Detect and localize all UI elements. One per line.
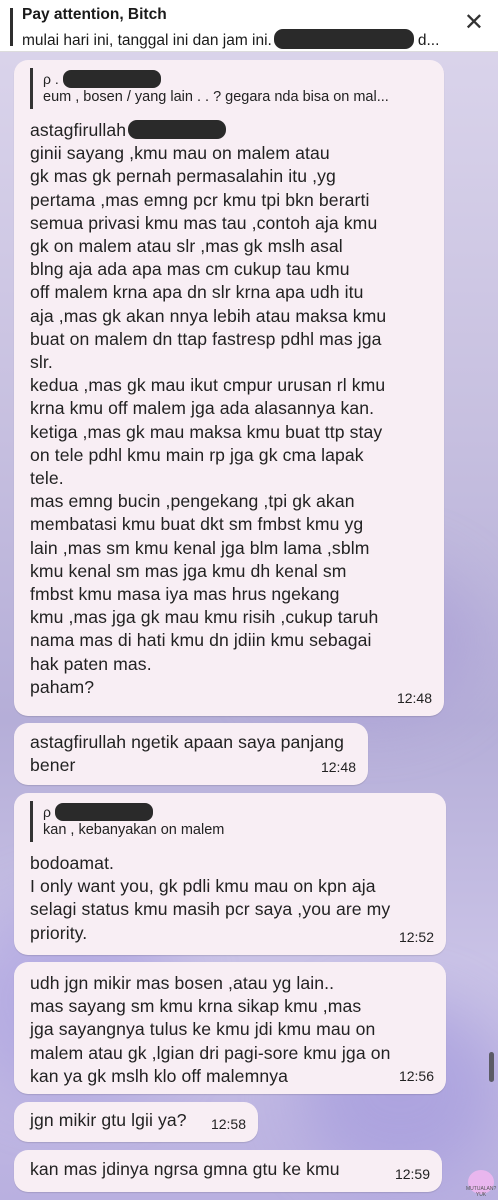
- pinned-indicator: [10, 8, 13, 46]
- message-first-line: astagfirullah: [14, 119, 444, 142]
- reply-text: kan , kebanyakan on malem: [43, 822, 225, 838]
- close-icon[interactable]: ✕: [464, 11, 484, 35]
- message-time: 12:56: [398, 1067, 434, 1084]
- redacted-block: [62, 70, 161, 88]
- message-bubble[interactable]: jgn mikir gtu lgii ya? 12:58: [14, 1102, 258, 1142]
- reply-author: ρ .: [43, 70, 428, 88]
- reply-author: ρ: [43, 803, 430, 821]
- reply-prefix: ρ: [43, 803, 51, 820]
- message-text: bodoamat. I only want you, gk pdli kmu m…: [30, 853, 391, 943]
- message-bubble[interactable]: udh jgn mikir mas bosen ,atau yg lain.. …: [14, 962, 446, 1094]
- message-time: 12:59: [394, 1165, 430, 1182]
- pinned-text-end: d...: [417, 32, 440, 49]
- message-text: udh jgn mikir mas bosen ,atau yg lain.. …: [30, 973, 391, 1086]
- message-time: 12:48: [396, 689, 432, 706]
- message-text: astagfirullah ngetik apaan saya panjang …: [30, 732, 344, 776]
- message-time: 12:48: [320, 758, 356, 775]
- pinned-text-start: mulai hari ini, tanggal ini dan jam ini.: [22, 32, 272, 49]
- reply-quote[interactable]: ρ . eum , bosen / yang lain . . ? gegara…: [30, 68, 428, 109]
- message-text: kan mas jdinya ngrsa gmna gtu ke kmu: [30, 1159, 340, 1179]
- watermark-text: MUTUALAN? YUK: [466, 1186, 497, 1198]
- first-line-text: astagfirullah: [30, 120, 127, 140]
- reply-quote[interactable]: ρ kan , kebanyakan on malem: [30, 801, 430, 842]
- reply-prefix: ρ .: [43, 70, 59, 87]
- message-bubble[interactable]: ρ kan , kebanyakan on malem bodoamat. I …: [14, 793, 446, 955]
- message-bubble[interactable]: ρ . eum , bosen / yang lain . . ? gegara…: [14, 60, 444, 716]
- redacted-block: [54, 803, 153, 821]
- pinned-title: Pay attention, Bitch: [22, 6, 167, 23]
- message-bubble[interactable]: astagfirullah ngetik apaan saya panjang …: [14, 723, 368, 785]
- pinned-message-bar[interactable]: Pay attention, Bitch mulai hari ini, tan…: [0, 0, 498, 52]
- redacted-block: [273, 29, 414, 49]
- redacted-block: [128, 120, 227, 139]
- message-time: 12:58: [210, 1115, 246, 1132]
- message-text: ginii sayang ,kmu mau on malem atau gk m…: [30, 143, 387, 697]
- pinned-text: mulai hari ini, tanggal ini dan jam ini.…: [22, 29, 439, 50]
- message-bubble[interactable]: kan mas jdinya ngrsa gmna gtu ke kmu 12:…: [14, 1150, 442, 1192]
- reply-text: eum , bosen / yang lain . . ? gegara nda…: [43, 89, 389, 105]
- scrollbar-thumb[interactable]: [489, 1052, 494, 1082]
- message-time: 12:52: [398, 928, 434, 945]
